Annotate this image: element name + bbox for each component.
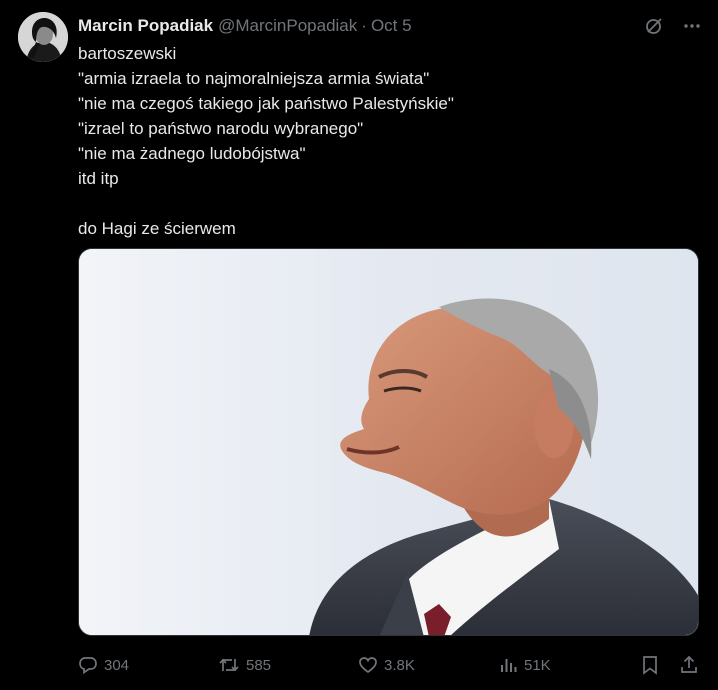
tweet-text-line: "nie ma czegoś takiego jak państwo Pales… [78, 94, 454, 113]
share-icon [681, 655, 697, 673]
like-button[interactable]: 3.8K [358, 650, 415, 680]
tweet-text-line: bartoszewski [78, 44, 177, 63]
more-options-icon[interactable] [680, 14, 704, 38]
tweet-text-line: "armia izraela to najmoralniejsza armia … [78, 69, 430, 88]
tweet-top-actions [642, 14, 704, 38]
heart-icon [359, 657, 377, 674]
views-icon [501, 659, 517, 672]
repost-icon [219, 658, 239, 672]
reply-icon [79, 657, 97, 675]
bookmark-button[interactable] [641, 650, 659, 680]
share-button[interactable] [679, 650, 699, 680]
author-handle[interactable]: @MarcinPopadiak [218, 16, 357, 36]
tweet-text-line: "nie ma żadnego ludobójstwa" [78, 144, 306, 163]
reply-button[interactable]: 304 [78, 650, 129, 680]
tweet-actions: 304 585 3.8K 51K [78, 650, 702, 680]
like-count: 3.8K [384, 656, 415, 674]
tweet[interactable]: Marcin Popadiak @MarcinPopadiak · Oct 5 … [0, 0, 718, 690]
reply-count: 304 [104, 656, 130, 674]
bookmark-icon [643, 656, 657, 675]
tweet-photo[interactable] [78, 248, 699, 636]
tweet-text-line: do Hagi ze ścierwem [78, 219, 236, 238]
author-avatar[interactable] [18, 12, 68, 62]
photo-of-man-in-suit-icon [79, 249, 698, 635]
tweet-date[interactable]: Oct 5 [371, 16, 412, 36]
views-count: 51K [524, 656, 551, 674]
avatar-image [18, 12, 68, 62]
repost-button[interactable]: 585 [218, 650, 271, 680]
views-button[interactable]: 51K [498, 650, 551, 680]
header-separator: · [361, 16, 367, 35]
grok-icon[interactable] [642, 14, 666, 38]
tweet-text: bartoszewski "armia izraela to najmoraln… [78, 41, 678, 241]
author-display-name[interactable]: Marcin Popadiak [78, 16, 213, 36]
tweet-text-line [78, 191, 678, 216]
tweet-header: Marcin Popadiak @MarcinPopadiak · Oct 5 [78, 14, 412, 38]
tweet-text-line: itd itp [78, 169, 119, 188]
tweet-text-line: "izrael to państwo narodu wybranego" [78, 119, 364, 138]
repost-count: 585 [246, 656, 272, 674]
